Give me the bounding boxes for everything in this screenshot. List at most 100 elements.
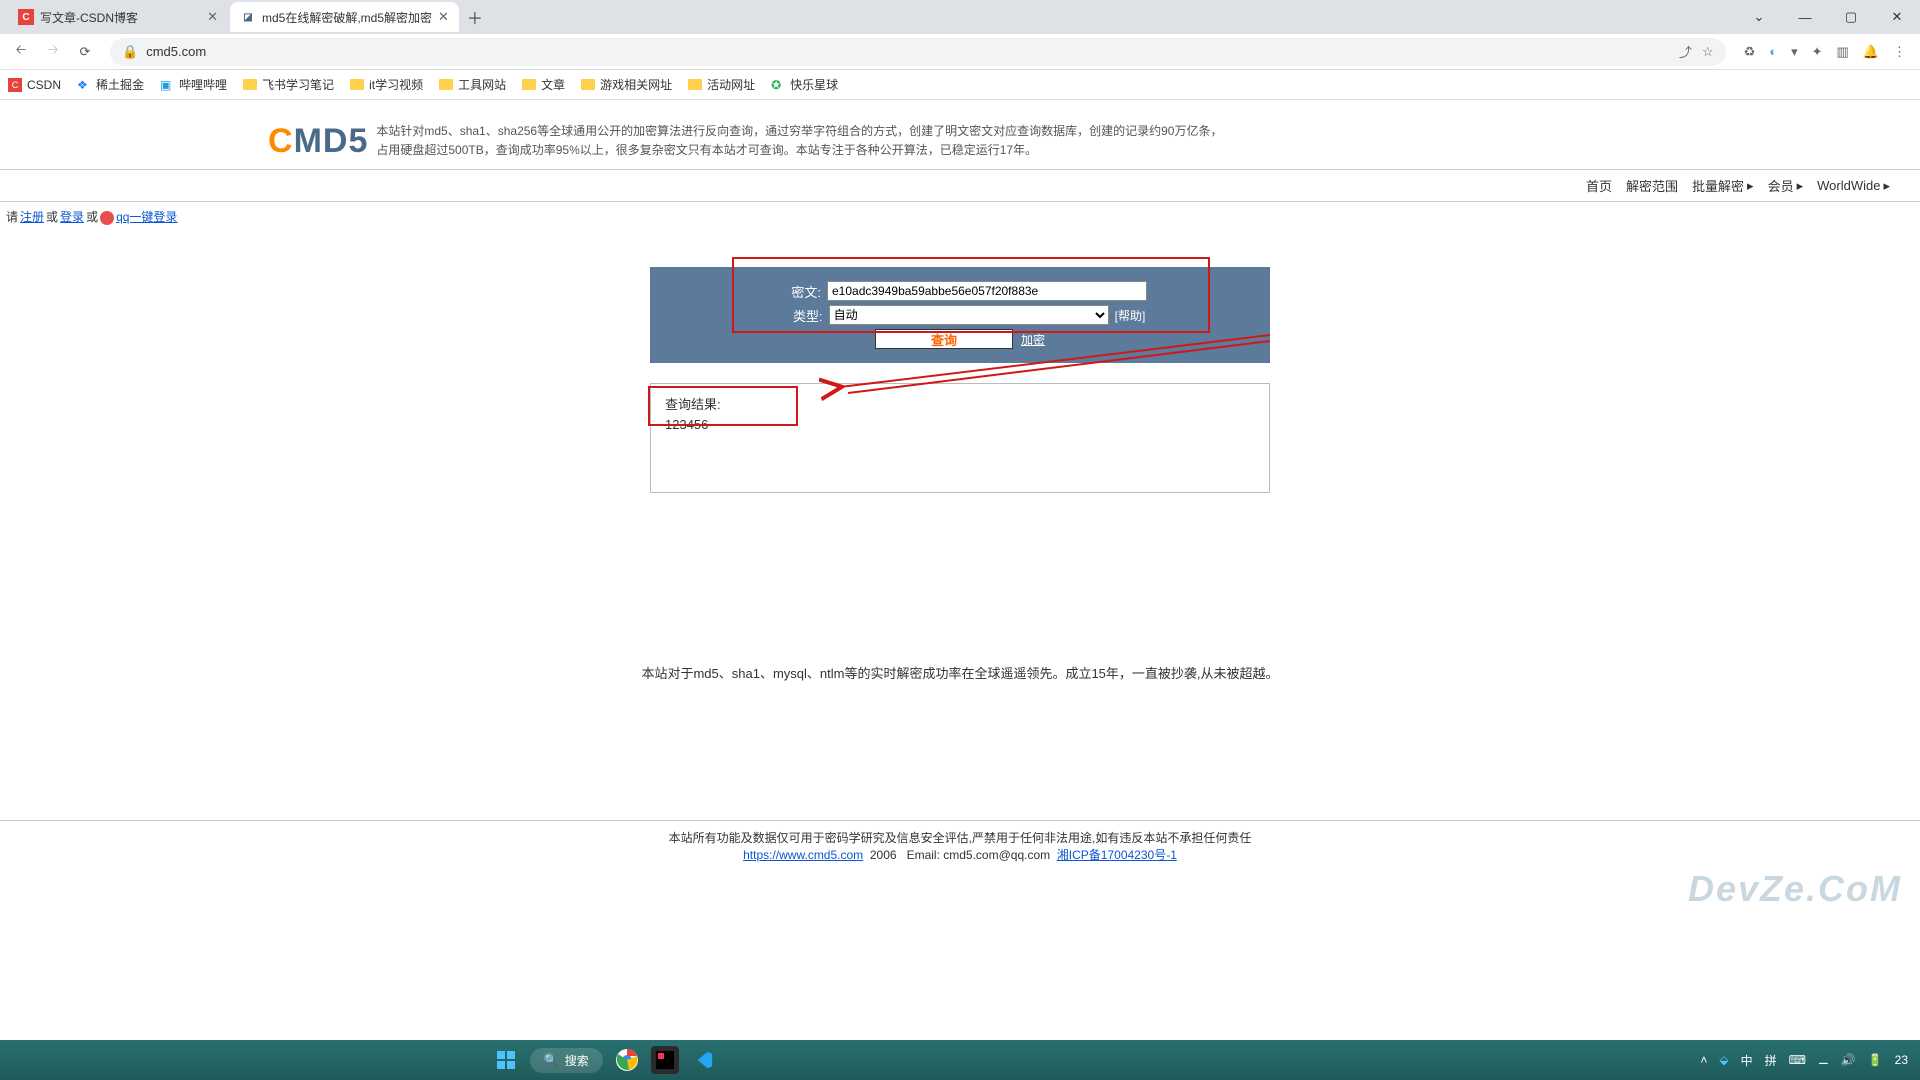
circle-icon[interactable]: ◐: [1769, 44, 1777, 59]
footer-year: 2006: [870, 848, 897, 862]
bookmark-item[interactable]: 文章: [522, 76, 565, 93]
type-select[interactable]: 自动: [829, 305, 1109, 325]
taskbar-search[interactable]: 🔍 搜索: [530, 1048, 603, 1073]
search-icon: 🔍: [544, 1053, 559, 1067]
menu-scope[interactable]: 解密范围: [1626, 176, 1678, 195]
folder-icon: [522, 79, 536, 90]
address-bar[interactable]: 🔒 cmd5.com ⤴ ☆: [110, 38, 1726, 66]
input-icon[interactable]: ⌨: [1789, 1053, 1806, 1067]
wifi-icon[interactable]: ⚊: [1818, 1053, 1829, 1067]
folder-icon: [350, 79, 364, 90]
bookmark-label: 游戏相关网址: [600, 76, 672, 93]
bookmark-label: 快乐星球: [790, 76, 838, 93]
new-tab-button[interactable]: ＋: [461, 3, 489, 31]
bookmark-item[interactable]: 飞书学习笔记: [243, 76, 334, 93]
vscode-icon[interactable]: [689, 1046, 717, 1074]
tab-title: 写文章-CSDN博客: [40, 9, 138, 26]
bookmark-item[interactable]: 活动网址: [688, 76, 755, 93]
query-button[interactable]: 查询: [875, 329, 1013, 349]
bookmark-item[interactable]: ✪快乐星球: [771, 76, 838, 93]
menu-icon[interactable]: ⋮: [1893, 44, 1906, 60]
forward-button[interactable]: 🡢: [38, 37, 68, 67]
site-description: 本站针对md5、sha1、sha256等全球通用公开的加密算法进行反向查询，通过…: [376, 122, 1222, 161]
chevron-down-icon[interactable]: ▾: [1791, 44, 1798, 60]
star-icon[interactable]: ☆: [1702, 44, 1714, 60]
menu-batch[interactable]: 批量解密▸: [1692, 176, 1754, 195]
bookmark-label: 工具网站: [458, 76, 506, 93]
window-controls: ⌄ ― ▢ ✕: [1736, 2, 1920, 32]
reload-button[interactable]: ⟳: [70, 37, 100, 67]
site-header: CMD5 本站针对md5、sha1、sha256等全球通用公开的加密算法进行反向…: [0, 100, 1920, 169]
intellij-icon[interactable]: [651, 1046, 679, 1074]
bookmark-label: it学习视频: [369, 76, 423, 93]
register-link[interactable]: 注册: [20, 208, 44, 225]
bookmark-item[interactable]: 游戏相关网址: [581, 76, 672, 93]
windows-taskbar: 🔍 搜索 ˄ ⬙ 中 拼 ⌨ ⚊ 🔊 🔋 23: [0, 1040, 1920, 1080]
bell-icon[interactable]: 🔔: [1863, 44, 1879, 60]
qq-icon: [100, 211, 114, 225]
bookmark-label: 飞书学习笔记: [262, 76, 334, 93]
bookmark-label: 哔哩哔哩: [179, 76, 227, 93]
legal-text: 本站所有功能及数据仅可用于密码学研究及信息安全评估,严禁用于任何非法用途,如有违…: [0, 829, 1920, 846]
folder-icon: [688, 79, 702, 90]
bookmark-label: 活动网址: [707, 76, 755, 93]
help-link[interactable]: [帮助]: [1115, 307, 1146, 324]
back-button[interactable]: 🡠: [6, 37, 36, 67]
close-window-button[interactable]: ✕: [1874, 2, 1920, 32]
start-button[interactable]: [492, 1046, 520, 1074]
bookmark-item[interactable]: CCSDN: [8, 78, 61, 92]
bookmark-label: 稀土掘金: [96, 76, 144, 93]
bookmarks-bar: CCSDN ❖稀土掘金 ▣哔哩哔哩 飞书学习笔记 it学习视频 工具网站 文章 …: [0, 70, 1920, 100]
browser-tab-active[interactable]: ◪ md5在线解密破解,md5解密加密 ✕: [230, 2, 459, 32]
login-prompt: 请 注册 或 登录 或 qq一键登录: [0, 202, 1920, 231]
qq-login-link[interactable]: qq一键登录: [116, 208, 177, 225]
battery-icon[interactable]: 🔋: [1868, 1053, 1883, 1067]
tray-icon[interactable]: ⬙: [1719, 1053, 1728, 1067]
login-or: 或: [86, 208, 98, 225]
maximize-button[interactable]: ▢: [1828, 2, 1874, 32]
page-content: CMD5 本站针对md5、sha1、sha256等全球通用公开的加密算法进行反向…: [0, 100, 1920, 682]
bookmark-favicon: ❖: [77, 78, 91, 92]
chevron-right-icon: ▸: [1883, 178, 1890, 194]
close-icon[interactable]: ✕: [207, 9, 218, 25]
query-panel: 密文: 类型: 自动 [帮助] 查询 加密: [650, 267, 1270, 363]
encrypt-link[interactable]: 加密: [1021, 331, 1045, 348]
recycle-icon[interactable]: ♻: [1744, 44, 1756, 60]
login-link[interactable]: 登录: [60, 208, 84, 225]
menu-worldwide[interactable]: WorldWide▸: [1817, 176, 1890, 195]
lock-icon: 🔒: [122, 44, 138, 60]
site-logo: CMD5: [268, 122, 368, 161]
clock[interactable]: 23: [1895, 1053, 1908, 1067]
extension-icons: ♻ ◐ ▾ ✦ ▥ 🔔 ⋮: [1736, 44, 1914, 60]
volume-icon[interactable]: 🔊: [1841, 1053, 1856, 1067]
cipher-input[interactable]: [827, 281, 1147, 301]
result-panel: 查询结果: 123456: [650, 383, 1270, 493]
bookmark-item[interactable]: 工具网站: [439, 76, 506, 93]
menu-home[interactable]: 首页: [1586, 176, 1612, 195]
address-text: cmd5.com: [146, 44, 206, 59]
menu-label: 会员: [1768, 176, 1794, 195]
extensions-icon[interactable]: ▥: [1837, 44, 1849, 60]
menu-member[interactable]: 会员▸: [1768, 176, 1804, 195]
chevron-right-icon: ▸: [1797, 178, 1804, 194]
chevron-down-icon[interactable]: ⌄: [1736, 2, 1782, 32]
site-url-link[interactable]: https://www.cmd5.com: [743, 848, 863, 862]
minimize-button[interactable]: ―: [1782, 2, 1828, 32]
bookmark-item[interactable]: it学习视频: [350, 76, 423, 93]
result-value: 123456: [665, 417, 1255, 432]
bookmark-item[interactable]: ▣哔哩哔哩: [160, 76, 227, 93]
bookmark-favicon: C: [8, 78, 22, 92]
puzzle-icon[interactable]: ✦: [1812, 44, 1823, 60]
browser-tab-inactive[interactable]: C 写文章-CSDN博客 ✕: [8, 2, 228, 32]
chevron-up-icon[interactable]: ˄: [1700, 1053, 1707, 1067]
chrome-icon[interactable]: [613, 1046, 641, 1074]
icp-link[interactable]: 湘ICP备17004230号-1: [1057, 848, 1177, 862]
ime-zhong[interactable]: 中: [1741, 1052, 1753, 1069]
footer-email: Email: cmd5.com@qq.com: [907, 848, 1051, 862]
ime-pin[interactable]: 拼: [1765, 1052, 1777, 1069]
desc-line: 占用硬盘超过500TB，查询成功率95%以上，很多复杂密文只有本站才可查询。本站…: [376, 141, 1222, 160]
share-icon[interactable]: ⤴: [1679, 42, 1692, 61]
menu-label: WorldWide: [1817, 178, 1880, 193]
close-icon[interactable]: ✕: [438, 9, 449, 25]
bookmark-item[interactable]: ❖ 稀土掘金: [77, 76, 144, 93]
